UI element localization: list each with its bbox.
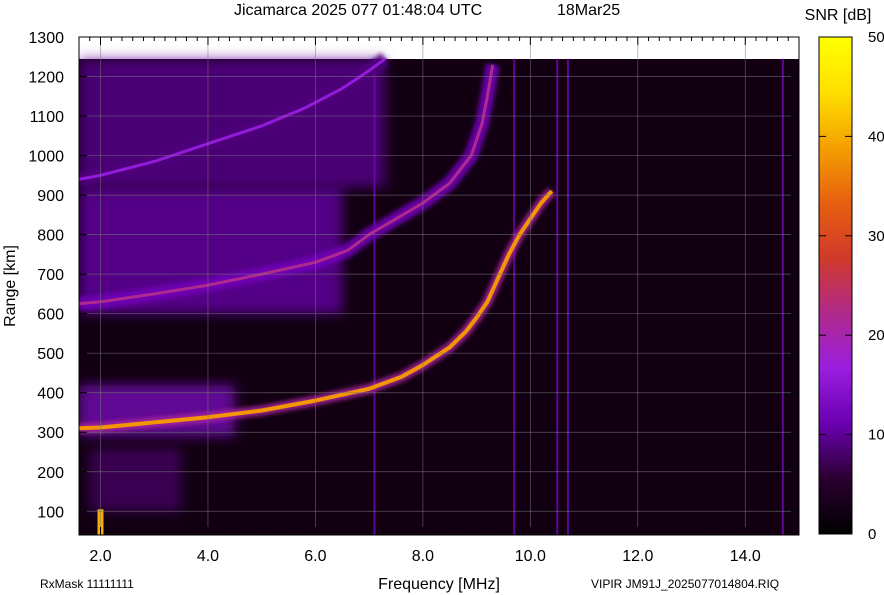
x-tick-label: 6.0 <box>304 548 326 565</box>
chart-title: Jicamarca 2025 077 01:48:04 UTC <box>234 2 482 19</box>
colorbar-tick-label: 30 <box>868 228 884 245</box>
y-tick-label: 800 <box>37 228 64 245</box>
x-tick-label: 12.0 <box>622 548 653 565</box>
colorbar-tick-label: 20 <box>868 327 884 344</box>
x-tick-label: 2.0 <box>89 548 111 565</box>
y-tick-label: 1000 <box>28 149 64 166</box>
x-tick-label: 8.0 <box>412 548 434 565</box>
colorbar-tick-label: 40 <box>868 128 884 145</box>
y-axis-label: Range [km] <box>2 245 19 327</box>
y-tick-label: 600 <box>37 307 64 324</box>
x-tick-label: 14.0 <box>730 548 761 565</box>
y-tick-label: 100 <box>37 504 64 521</box>
ionogram-figure: Jicamarca 2025 077 01:48:04 UTC 18Mar25 … <box>2 2 884 593</box>
y-tick-label: 1100 <box>30 109 65 126</box>
chart-date: 18Mar25 <box>557 2 620 19</box>
x-tick-label: 10.0 <box>515 548 546 565</box>
colorbar-tick-label: 0 <box>868 526 876 543</box>
y-tick-label: 700 <box>37 267 64 284</box>
y-tick-label: 300 <box>37 425 64 442</box>
noise-band-3 <box>89 448 182 512</box>
file-label: VIPIR JM91J_2025077014804.RIQ <box>591 577 779 591</box>
y-tick-label: 400 <box>37 386 64 403</box>
y-tick-label: 200 <box>37 465 64 482</box>
rxmask-label: RxMask 11111111 <box>40 577 134 591</box>
colorbar-tick-label: 50 <box>868 29 884 46</box>
x-tick-labels: 2.0 4.0 6.0 8.0 10.0 12.0 14.0 <box>89 548 761 565</box>
colorbar-tick-label: 10 <box>868 427 884 444</box>
x-axis-label: Frequency [MHz] <box>378 576 500 593</box>
y-tick-labels: 100 200 300 400 500 600 700 800 900 1000 1100 1200 1… <box>28 30 64 521</box>
colorbar-label: SNR [dB] <box>805 7 872 24</box>
y-tick-label: 1200 <box>28 70 64 87</box>
y-tick-label: 1300 <box>28 30 64 47</box>
colorbar <box>818 36 853 535</box>
y-tick-label: 500 <box>37 346 64 363</box>
x-tick-label: 4.0 <box>197 548 219 565</box>
y-tick-label: 900 <box>37 188 64 205</box>
